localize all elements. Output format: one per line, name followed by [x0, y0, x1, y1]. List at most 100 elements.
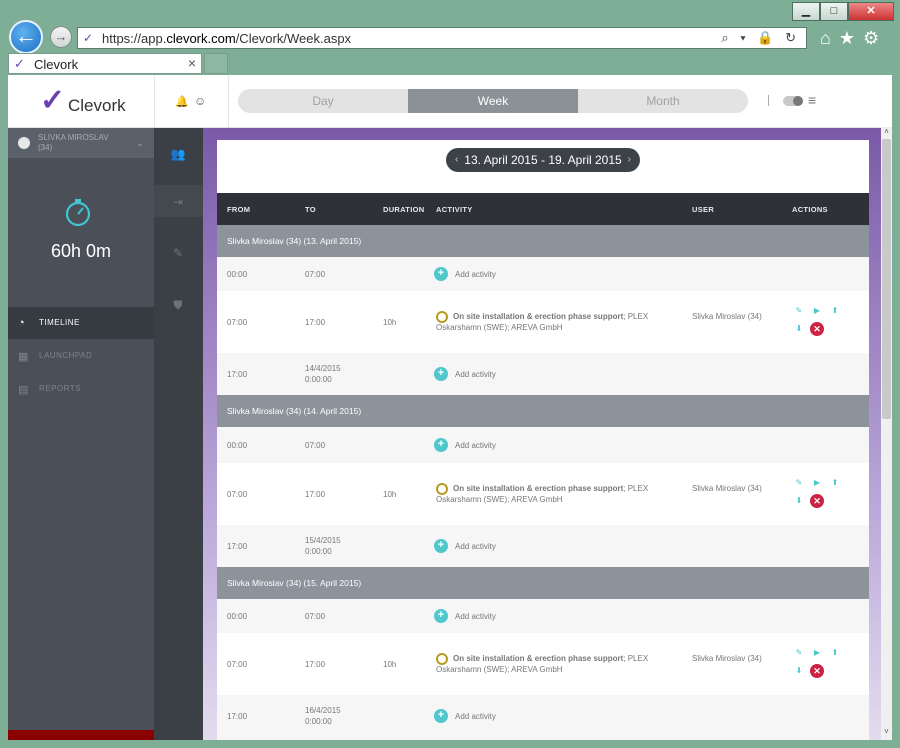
delete-icon[interactable]: ✕ — [810, 664, 824, 678]
col-duration: DURATION — [383, 205, 425, 214]
team-icon[interactable]: 👥 — [170, 147, 186, 163]
edit-icon[interactable]: ✎ — [793, 647, 805, 659]
play-icon[interactable]: ▶ — [811, 477, 823, 489]
user-selector[interactable]: SLIVKA MIROSLAV (34) ⌄ — [8, 128, 154, 158]
user-avatar-icon — [18, 137, 30, 149]
row-to: 07:00 — [305, 441, 326, 450]
add-activity-link[interactable]: Add activity — [455, 369, 496, 380]
maximize-button[interactable]: □ — [820, 2, 848, 21]
row-to: 17:00 — [305, 490, 326, 499]
new-tab-button[interactable] — [204, 53, 228, 74]
view-month-button[interactable]: Month — [578, 89, 748, 113]
shield-icon[interactable]: ⛊ — [170, 298, 186, 314]
smiley-icon[interactable]: ☺ — [194, 94, 206, 108]
add-activity-icon[interactable]: + — [434, 609, 448, 623]
row-to: 07:00 — [305, 270, 326, 279]
toggle-switch[interactable] — [783, 96, 803, 106]
back-button[interactable]: ← — [9, 20, 43, 54]
date-range-label: 13. April 2015 - 19. April 2015 — [464, 153, 622, 167]
nav-reports[interactable]: ▤ REPORTS — [8, 373, 154, 405]
next-week-button[interactable]: › — [628, 148, 631, 172]
delete-icon[interactable]: ✕ — [810, 494, 824, 508]
move-up-icon[interactable]: ⬆ — [829, 477, 841, 489]
timeline-icon: ◔ — [18, 317, 25, 329]
minimize-button[interactable]: ▁ — [792, 2, 820, 21]
edit-icon[interactable]: ✎ — [793, 477, 805, 489]
address-tools[interactable]: ⌕ ▾ 🔒 ↻ — [721, 30, 800, 46]
nav-label: REPORTS — [39, 384, 82, 393]
delete-icon[interactable]: ✕ — [810, 322, 824, 336]
tab-close-icon[interactable]: × — [188, 55, 196, 71]
view-switcher: Day Week Month — [238, 89, 748, 113]
table-row: 17:00 15/4/2015 0:00:00 + Add activity — [217, 525, 869, 568]
edit-external-icon[interactable]: ✎ — [170, 246, 186, 262]
nav-timeline[interactable]: ◔ TIMELINE — [8, 307, 154, 339]
nav-launchpad[interactable]: ▦ LAUNCHPAD — [8, 340, 154, 372]
add-activity-link[interactable]: Add activity — [455, 440, 496, 451]
browser-toolbar-icons[interactable]: ⌂★⚙ — [820, 28, 887, 49]
scrollbar-thumb[interactable] — [882, 139, 891, 419]
row-to: 14/4/2015 0:00:00 — [305, 364, 341, 384]
menu-icon[interactable]: ≡ — [808, 92, 816, 108]
add-activity-icon[interactable]: + — [434, 367, 448, 381]
move-down-icon[interactable]: ⬇ — [793, 665, 805, 677]
view-week-button[interactable]: Week — [408, 89, 578, 113]
add-activity-icon[interactable]: + — [434, 438, 448, 452]
row-from: 17:00 — [227, 712, 248, 721]
play-icon[interactable]: ▶ — [811, 305, 823, 317]
bell-icon[interactable]: 🔔 — [175, 95, 189, 108]
col-from: FROM — [227, 205, 251, 214]
add-activity-link[interactable]: Add activity — [455, 611, 496, 622]
move-up-icon[interactable]: ⬆ — [829, 647, 841, 659]
move-up-icon[interactable]: ⬆ — [829, 305, 841, 317]
add-activity-link[interactable]: Add activity — [455, 711, 496, 722]
app-header: ✓ Clevork 🔔 ☺ Day Week Month ≡ — [8, 75, 892, 128]
secondary-icon-bar: 👥 ⇥ ✎ ⛊ — [154, 128, 203, 740]
table-header: FROM TO DURATION ACTIVITY USER ACTIONS — [217, 193, 869, 225]
view-day-button[interactable]: Day — [238, 89, 408, 113]
address-bar[interactable]: ✓ https://app.clevork.com/Clevork/Week.a… — [77, 27, 807, 49]
sign-in-icon[interactable]: ⇥ — [170, 195, 186, 211]
row-to: 17:00 — [305, 660, 326, 669]
date-range-navigator: ‹ 13. April 2015 - 19. April 2015 › — [446, 148, 640, 172]
row-activity: On site installation & erection phase su… — [436, 654, 649, 674]
table-row: 07:00 17:00 10h On site installation & e… — [217, 291, 869, 354]
table-row: 17:00 16/4/2015 0:00:00 + Add activity — [217, 695, 869, 740]
forward-button[interactable]: → — [50, 26, 72, 48]
add-activity-icon[interactable]: + — [434, 267, 448, 281]
clevork-logo[interactable]: ✓ Clevork — [38, 83, 158, 119]
clevork-favicon-icon: ✓ — [14, 56, 25, 71]
browser-tab[interactable]: ✓ Clevork × — [8, 53, 202, 74]
add-activity-link[interactable]: Add activity — [455, 541, 496, 552]
close-window-button[interactable]: ✕ — [848, 2, 894, 21]
nav-label: TIMELINE — [39, 318, 80, 327]
row-activity: On site installation & erection phase su… — [436, 312, 649, 332]
col-actions: ACTIONS — [792, 205, 828, 214]
launchpad-icon: ▦ — [18, 351, 29, 363]
col-user: USER — [692, 205, 715, 214]
chevron-down-icon: ⌄ — [136, 138, 144, 148]
timeline-panel: ‹ 13. April 2015 - 19. April 2015 › FROM… — [217, 140, 869, 740]
reports-icon: ▤ — [18, 384, 29, 396]
move-down-icon[interactable]: ⬇ — [793, 323, 805, 335]
play-icon[interactable]: ▶ — [811, 647, 823, 659]
main-area: ‹ 13. April 2015 - 19. April 2015 › FROM… — [203, 128, 892, 740]
add-activity-icon[interactable]: + — [434, 539, 448, 553]
table-row: 07:00 17:00 10h On site installation & e… — [217, 633, 869, 696]
collapse-arrow-icon[interactable]: ‹ — [18, 116, 22, 128]
scroll-up-icon[interactable]: ˄ — [881, 127, 892, 138]
move-down-icon[interactable]: ⬇ — [793, 495, 805, 507]
page-scrollbar[interactable]: ˄ ˅ — [881, 127, 892, 740]
row-actions: ✎ ▶ ⬆ ⬇ ✕ — [793, 477, 853, 511]
add-activity-icon[interactable]: + — [434, 709, 448, 723]
row-from: 17:00 — [227, 370, 248, 379]
address-url[interactable]: https://app.clevork.com/Clevork/Week.asp… — [102, 31, 351, 46]
scroll-down-icon[interactable]: ˅ — [881, 727, 892, 738]
add-activity-link[interactable]: Add activity — [455, 269, 496, 280]
edit-icon[interactable]: ✎ — [793, 305, 805, 317]
user-name: SLIVKA MIROSLAV (34) — [38, 133, 109, 152]
row-from: 07:00 — [227, 318, 248, 327]
row-duration: 10h — [383, 318, 397, 327]
table-row: 17:00 14/4/2015 0:00:00 + Add activity — [217, 353, 869, 396]
tab-title: Clevork — [34, 57, 79, 72]
